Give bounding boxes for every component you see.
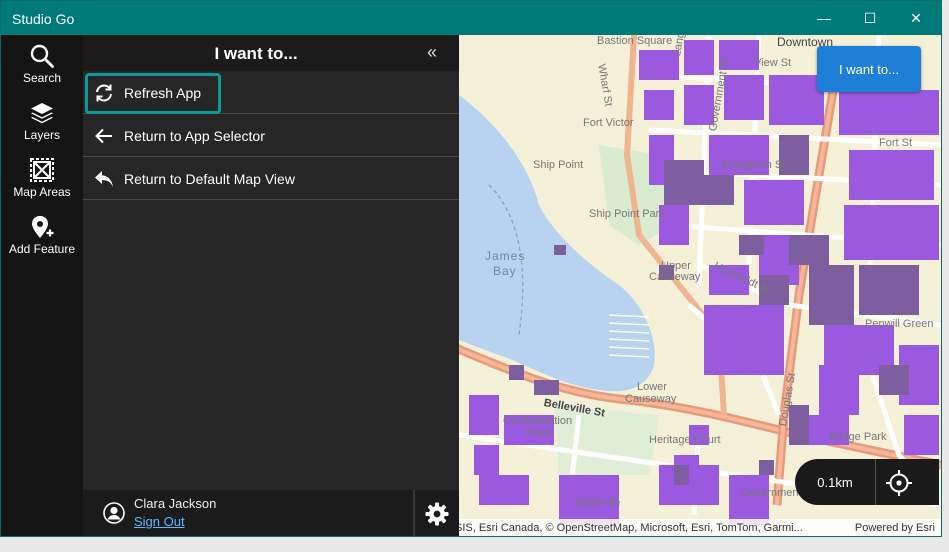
map-label: Confederation xyxy=(503,415,573,427)
maximize-button[interactable]: ☐ xyxy=(847,1,893,35)
map-label: Fort Victor xyxy=(583,117,634,129)
map-label: Ship Point Park xyxy=(589,208,665,220)
map-label: Government xyxy=(741,487,802,499)
map-areas-icon xyxy=(30,158,54,182)
map-label: View St xyxy=(754,57,792,69)
menu-item-return-to-default-map-view[interactable]: Return to Default Map View xyxy=(83,157,459,200)
map-label: Causeway xyxy=(649,271,701,283)
map-label: Heritage Court xyxy=(649,434,721,446)
search-icon xyxy=(30,44,54,68)
title-bar: Studio Go — ☐ ✕ xyxy=(1,1,941,35)
settings-button[interactable] xyxy=(413,490,459,536)
gear-icon xyxy=(425,502,449,525)
minimize-button[interactable]: — xyxy=(801,1,847,35)
map-label: Fort St xyxy=(879,137,913,149)
map-label: Causeway xyxy=(625,393,677,405)
window-title: Studio Go xyxy=(12,11,75,27)
collapse-panel-button[interactable]: « xyxy=(421,43,443,63)
menu-item-label: Return to App Selector xyxy=(124,128,265,144)
i-want-to-panel: I want to... « Refresh App Return to App… xyxy=(83,35,459,536)
close-button[interactable]: ✕ xyxy=(893,1,939,35)
rail-item-add-feature[interactable]: Add Feature xyxy=(1,206,83,262)
map-label: James xyxy=(485,249,526,263)
i-want-to-button[interactable]: I want to... xyxy=(817,46,921,92)
menu-item-return-to-app-selector[interactable]: Return to App Selector xyxy=(83,114,459,157)
menu-item-refresh-app[interactable]: Refresh App xyxy=(83,71,459,114)
map-label: Broughton St xyxy=(721,159,786,171)
powered-by-esri[interactable]: Powered by Esri xyxy=(855,522,935,534)
divider xyxy=(875,459,876,505)
rail-item-map-areas[interactable]: Map Areas xyxy=(1,149,83,205)
map-label: Plaza xyxy=(525,427,553,439)
map-label: Bridge Park xyxy=(829,431,887,443)
map-label: Ship Point xyxy=(533,159,584,171)
app-window: Studio Go — ☐ ✕ Search Layers Map Areas … xyxy=(0,0,942,537)
map-label: Belleville xyxy=(577,497,621,509)
map-label: Penwill Green xyxy=(865,318,934,330)
user-name: Clara Jackson xyxy=(134,496,217,511)
map-label: Lower xyxy=(637,381,667,393)
tool-rail: Search Layers Map Areas Add Feature xyxy=(1,35,83,536)
panel-title: I want to... xyxy=(214,44,298,63)
layers-icon xyxy=(31,103,53,124)
refresh-icon xyxy=(96,84,112,102)
arrow-left-icon xyxy=(95,128,112,144)
panel-header: I want to... « xyxy=(83,35,459,71)
scale-bar-label: 0.1km xyxy=(817,475,853,490)
rail-label: Add Feature xyxy=(8,242,76,256)
attribution-text: SIS, Esri Canada, © OpenStreetMap, Micro… xyxy=(459,522,803,534)
map-attribution: SIS, Esri Canada, © OpenStreetMap, Micro… xyxy=(459,519,941,536)
sign-out-link[interactable]: Sign Out xyxy=(134,514,185,529)
reply-icon xyxy=(95,171,113,187)
locate-icon[interactable] xyxy=(883,467,915,499)
add-feature-icon xyxy=(32,216,54,238)
scale-locate-control: 0.1km xyxy=(795,459,939,505)
rail-label: Layers xyxy=(23,128,61,142)
rail-label: Map Areas xyxy=(13,185,71,199)
avatar-icon xyxy=(103,502,125,524)
rail-label: Search xyxy=(22,71,62,85)
rail-item-layers[interactable]: Layers xyxy=(1,92,83,148)
rail-item-search[interactable]: Search xyxy=(1,35,83,91)
menu-item-label: Refresh App xyxy=(124,85,202,101)
map-label: Bay xyxy=(493,264,517,278)
menu-item-label: Return to Default Map View xyxy=(124,171,295,187)
map-view[interactable]: Bastion Square Downtown Wharf St Langley… xyxy=(459,35,941,536)
map-label: Bastion Square xyxy=(597,35,673,47)
user-bar: Clara Jackson Sign Out xyxy=(83,490,459,536)
